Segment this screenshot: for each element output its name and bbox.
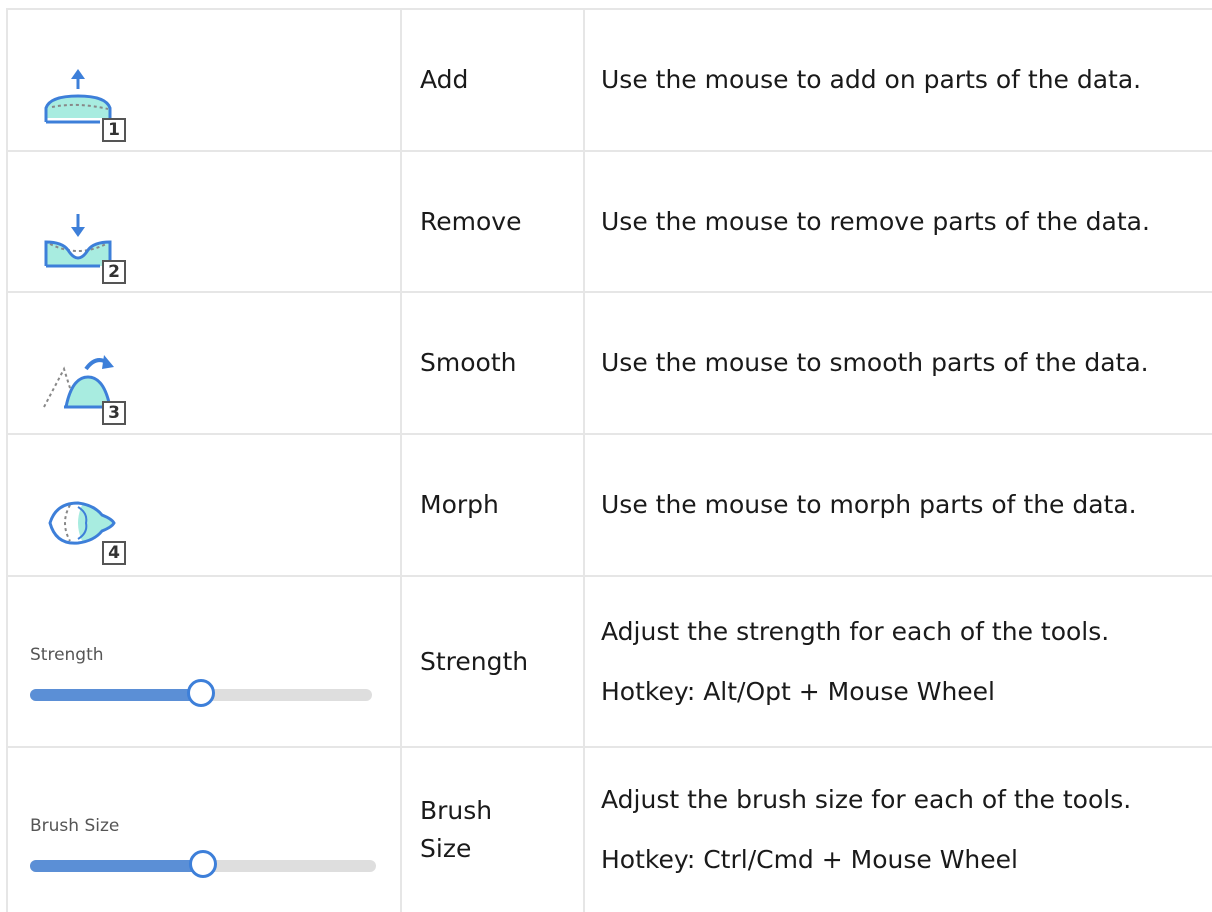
- tools-table: 1 Add Use the mouse to add on parts of t…: [0, 0, 1212, 912]
- tool-name: Add: [420, 65, 469, 94]
- tool-name: Smooth: [420, 348, 517, 377]
- table-row: 4 Morph Use the mouse to morph parts of …: [6, 435, 1212, 575]
- table-row: 2 Remove Use the mouse to remove parts o…: [6, 152, 1212, 291]
- tool-description: Use the mouse to remove parts of the dat…: [601, 206, 1150, 236]
- brush-size-slider-thumb[interactable]: [189, 850, 217, 878]
- icon-cell: 1: [6, 10, 400, 150]
- tool-name: Brush Size: [420, 796, 493, 863]
- tool-description: Use the mouse to morph parts of the data…: [601, 490, 1137, 519]
- tool-description: Use the mouse to add on parts of the dat…: [601, 65, 1142, 94]
- icon-cell: 3: [6, 293, 400, 433]
- strength-slider-label: Strength: [30, 645, 104, 665]
- tool-name: Remove: [420, 206, 522, 236]
- icon-cell: Strength: [6, 577, 400, 746]
- tool-description: Use the mouse to smooth parts of the dat…: [601, 348, 1149, 377]
- brush-size-slider-label: Brush Size: [30, 816, 120, 836]
- hotkey-badge: 1: [102, 118, 126, 142]
- tool-name: Strength: [420, 646, 529, 676]
- add-icon[interactable]: 1: [42, 62, 146, 152]
- morph-icon[interactable]: 4: [42, 483, 146, 573]
- hotkey-badge: 3: [102, 401, 126, 425]
- icon-cell: 4: [6, 435, 400, 575]
- strength-slider-fill: [30, 689, 201, 701]
- icon-cell: Brush Size: [6, 748, 400, 912]
- icon-cell: 2: [6, 152, 400, 291]
- table-row: 1 Add Use the mouse to add on parts of t…: [6, 10, 1212, 150]
- table-row: Strength Strength Adjust the strength fo…: [6, 577, 1212, 746]
- remove-icon[interactable]: 2: [42, 200, 146, 290]
- brush-size-slider[interactable]: [30, 850, 376, 878]
- tool-description: Adjust the brush size for each of the to…: [601, 785, 1132, 874]
- table-row: Brush Size Brush Size Adjust the brush s…: [6, 748, 1212, 912]
- hotkey-badge: 2: [102, 260, 126, 284]
- table-row: 3 Smooth Use the mouse to smooth parts o…: [6, 293, 1212, 433]
- tool-description: Adjust the strength for each of the tool…: [601, 616, 1110, 706]
- hotkey-badge: 4: [102, 541, 126, 565]
- strength-slider[interactable]: [30, 679, 372, 707]
- brush-size-slider-fill: [30, 860, 203, 872]
- smooth-icon[interactable]: 3: [42, 343, 146, 433]
- tool-name: Morph: [420, 490, 499, 519]
- strength-slider-thumb[interactable]: [187, 679, 215, 707]
